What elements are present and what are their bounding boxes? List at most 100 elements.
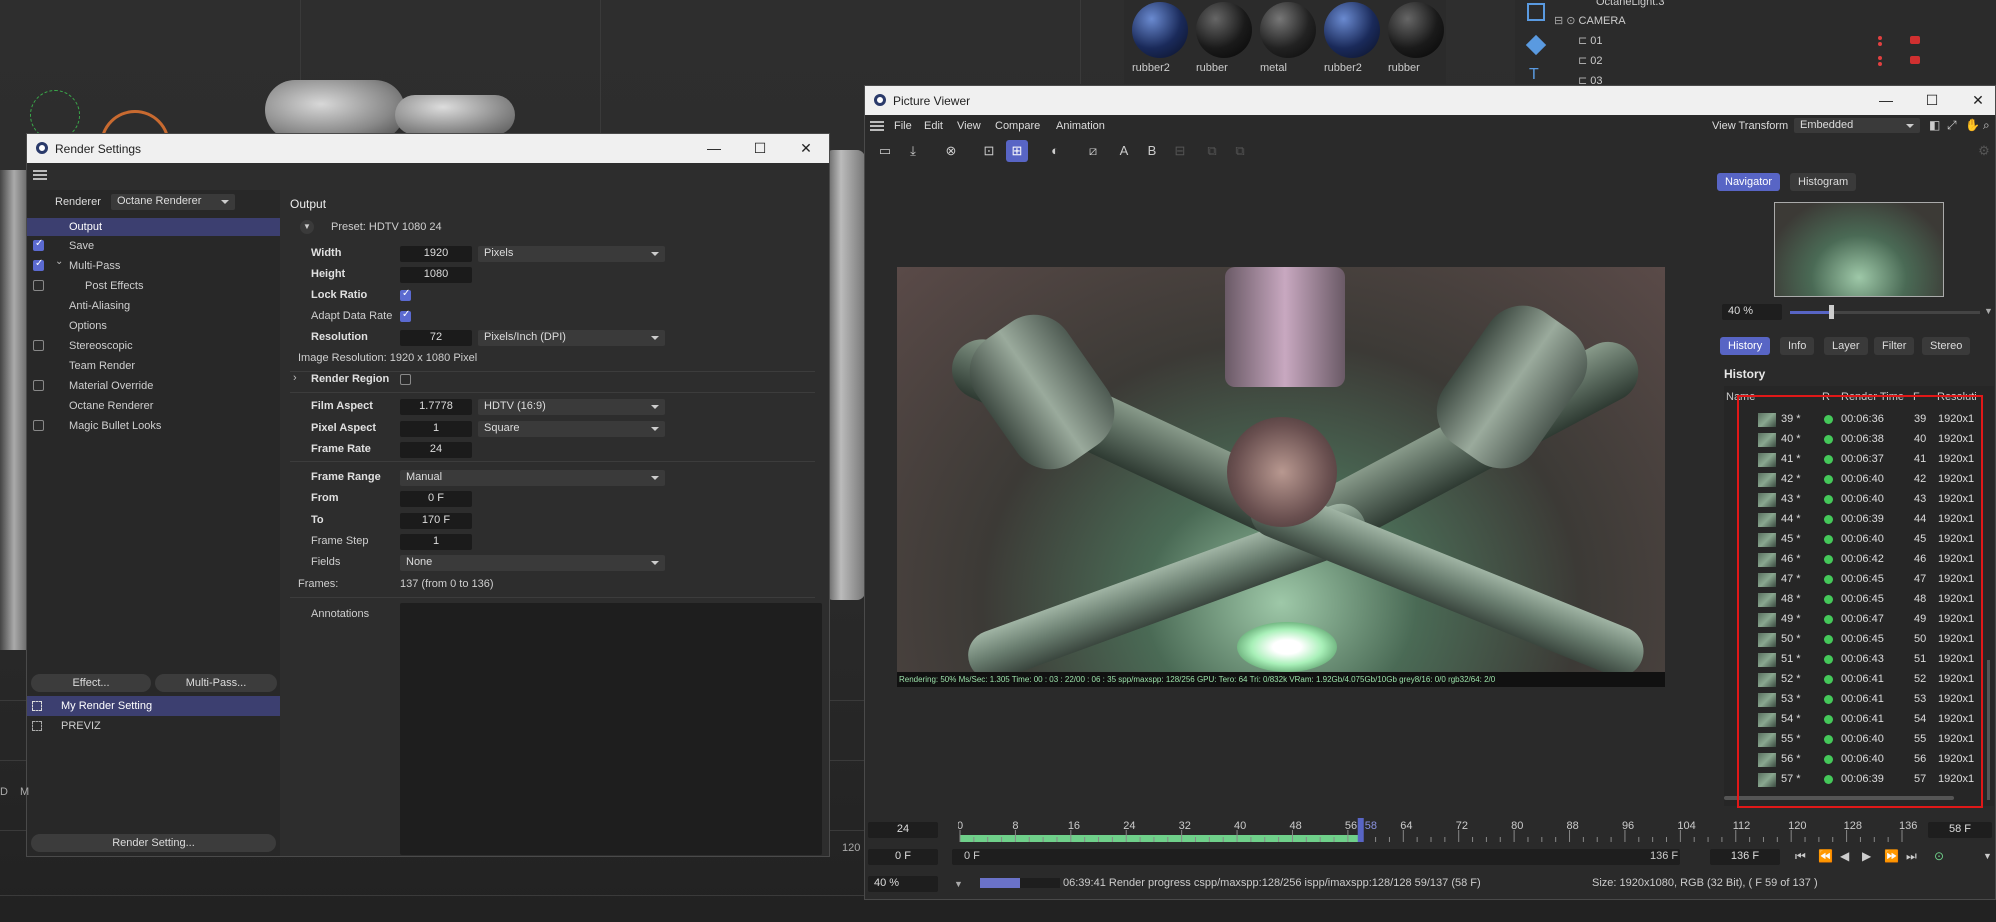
rendered-image[interactable]: Rendering: 50% Ms/Sec: 1.305 Time: 00 : … bbox=[897, 267, 1665, 687]
contrast-icon[interactable]: ◐ bbox=[1044, 140, 1066, 162]
fields-dropdown[interactable]: None bbox=[400, 555, 665, 571]
pop-out-icon[interactable]: ⤢ bbox=[1947, 118, 1957, 133]
tab-info[interactable]: Info bbox=[1780, 337, 1815, 355]
expand-icon[interactable]: ⊟ ⊙ bbox=[1554, 15, 1579, 27]
chevron-down-icon[interactable]: ▼ bbox=[1984, 306, 1993, 316]
material-override-checkbox[interactable] bbox=[33, 380, 44, 391]
zoom-slider-thumb[interactable] bbox=[1829, 305, 1834, 319]
frame-step-field[interactable]: 1 bbox=[400, 534, 472, 550]
material-swatch[interactable]: rubber bbox=[1192, 0, 1254, 78]
height-field[interactable]: 1080 bbox=[400, 267, 472, 283]
open-file-icon[interactable]: ▭ bbox=[874, 140, 896, 162]
render-tag-icon[interactable] bbox=[1910, 56, 1920, 64]
material-swatch[interactable]: rubber2 bbox=[1128, 0, 1190, 78]
a-icon[interactable]: A bbox=[1113, 140, 1135, 162]
prev-frame-icon[interactable]: ⏪ bbox=[1818, 849, 1833, 863]
go-to-start-icon[interactable]: ⏮ bbox=[1795, 849, 1806, 864]
render-region-checkbox[interactable] bbox=[400, 374, 411, 385]
material-swatch[interactable]: metal bbox=[1256, 0, 1318, 78]
object-row[interactable]: ⊟ ⊙ CAMERA bbox=[1554, 14, 1996, 32]
hand-tool-icon[interactable]: ✋ bbox=[1965, 118, 1980, 132]
material-swatch[interactable]: rubber2 bbox=[1320, 0, 1382, 78]
stereoscopic-checkbox[interactable] bbox=[33, 340, 44, 351]
pixel-aspect-dropdown[interactable]: Square bbox=[478, 421, 665, 437]
timeline-playhead[interactable] bbox=[1357, 818, 1364, 842]
b-icon[interactable]: B bbox=[1141, 140, 1163, 162]
zoom-tool-icon[interactable]: ⌕ bbox=[1983, 118, 1990, 133]
render-region-icon[interactable]: ⊡ bbox=[978, 140, 1000, 162]
tab-stereo[interactable]: Stereo bbox=[1922, 337, 1971, 355]
settings-list-item[interactable]: My Render Setting bbox=[61, 697, 152, 715]
nav-item-magic-bullet-looks[interactable]: Magic Bullet Looks bbox=[69, 417, 161, 435]
object-row[interactable]: ⊏ 02 bbox=[1578, 54, 1996, 72]
object-row[interactable]: ⊏ 01 bbox=[1578, 34, 1996, 52]
minimize-button[interactable]: — bbox=[1863, 86, 1909, 115]
render-setting-button[interactable]: Render Setting... bbox=[31, 834, 276, 852]
status-zoom-field[interactable]: 40 % bbox=[868, 876, 938, 892]
film-aspect-field[interactable]: 1.7778 bbox=[400, 399, 472, 415]
text-tool-icon[interactable]: T bbox=[1529, 66, 1539, 84]
nav-item-save[interactable]: Save bbox=[69, 237, 94, 255]
lock-ratio-checkbox[interactable] bbox=[400, 288, 411, 301]
material-swatch[interactable]: rubber bbox=[1384, 0, 1446, 78]
nav-item-post-effects[interactable]: Post Effects bbox=[85, 277, 144, 295]
save-checkbox[interactable] bbox=[33, 238, 44, 251]
render-settings-titlebar[interactable]: Render Settings — ☐ ✕ bbox=[27, 134, 829, 163]
minimize-button[interactable]: — bbox=[691, 134, 737, 163]
magic-bullet-checkbox[interactable] bbox=[33, 420, 44, 431]
range-slider[interactable] bbox=[952, 849, 1680, 865]
frame-rate-field[interactable]: 24 bbox=[400, 442, 472, 458]
end-frame-field[interactable]: 136 F bbox=[1710, 849, 1780, 865]
close-button[interactable]: ✕ bbox=[783, 134, 829, 163]
tab-layer[interactable]: Layer bbox=[1824, 337, 1868, 355]
nav-item-stereoscopic[interactable]: Stereoscopic bbox=[69, 337, 133, 355]
nav-item-team-render[interactable]: Team Render bbox=[69, 357, 135, 375]
loop-icon[interactable]: ⊙ bbox=[1934, 849, 1944, 863]
visibility-dots-icon[interactable] bbox=[1878, 56, 1882, 66]
visibility-dots-icon[interactable] bbox=[1878, 36, 1882, 46]
timeline-ruler[interactable]: 0 8 16 24 32 40 48 56 58 64 72 80 88 96 104 112 120 128 13… bbox=[958, 818, 1918, 842]
cube-tool-icon[interactable] bbox=[1525, 34, 1547, 56]
menu-edit[interactable]: Edit bbox=[924, 120, 943, 132]
renderer-dropdown[interactable]: Octane Renderer bbox=[111, 194, 235, 210]
menu-view[interactable]: View bbox=[957, 120, 981, 132]
frame-range-dropdown[interactable]: Manual bbox=[400, 470, 665, 486]
tab-navigator[interactable]: Navigator bbox=[1717, 173, 1781, 191]
to-field[interactable]: 170 F bbox=[400, 513, 472, 529]
fps-field[interactable]: 24 bbox=[868, 822, 938, 838]
history-scrollbar-v[interactable] bbox=[1987, 660, 1990, 800]
chevron-down-icon[interactable]: ▼ bbox=[1983, 851, 1992, 861]
preset-toggle-icon[interactable]: ▼ bbox=[300, 220, 314, 234]
nav-item-options[interactable]: Options bbox=[69, 317, 107, 335]
resolution-field[interactable]: 72 bbox=[400, 330, 472, 346]
resolution-unit-dropdown[interactable]: Pixels/Inch (DPI) bbox=[478, 330, 665, 346]
next-frame-icon[interactable]: ⏩ bbox=[1884, 849, 1899, 863]
menu-compare[interactable]: Compare bbox=[995, 120, 1040, 132]
navigator-thumbnail[interactable] bbox=[1774, 202, 1944, 297]
maximize-button[interactable]: ☐ bbox=[1909, 86, 1955, 115]
nav-item-material-override[interactable]: Material Override bbox=[69, 377, 153, 395]
from-field[interactable]: 0 F bbox=[400, 491, 472, 507]
multi-pass-button[interactable]: Multi-Pass... bbox=[155, 674, 277, 692]
navigator-zoom-field[interactable]: 40 % bbox=[1722, 304, 1782, 320]
chevron-right-icon[interactable]: › bbox=[293, 372, 297, 384]
chevron-down-icon[interactable]: ▼ bbox=[954, 879, 963, 889]
hamburger-menu-icon[interactable] bbox=[33, 170, 47, 180]
settings-icon[interactable]: ⚙ bbox=[1973, 140, 1995, 162]
nav-item-octane-renderer[interactable]: Octane Renderer bbox=[69, 397, 153, 415]
effect-button[interactable]: Effect... bbox=[31, 674, 151, 692]
render-active-icon[interactable]: ⊞ bbox=[1006, 140, 1028, 162]
go-to-end-icon[interactable]: ⏭ bbox=[1906, 849, 1917, 864]
stop-render-icon[interactable]: ⊗ bbox=[940, 140, 962, 162]
hamburger-menu-icon[interactable] bbox=[870, 121, 884, 131]
annotations-textarea[interactable] bbox=[400, 603, 822, 855]
current-frame-field[interactable]: 58 F bbox=[1928, 822, 1992, 838]
tab-histogram[interactable]: Histogram bbox=[1790, 173, 1857, 191]
object-row[interactable]: OctaneLight.3 bbox=[1596, 0, 1996, 14]
settings-list-item[interactable]: PREVIZ bbox=[61, 717, 101, 735]
menu-animation[interactable]: Animation bbox=[1056, 120, 1105, 132]
pixel-aspect-field[interactable]: 1 bbox=[400, 421, 472, 437]
tab-history[interactable]: History bbox=[1720, 337, 1771, 355]
post-effects-checkbox[interactable] bbox=[33, 280, 44, 291]
nav-item-output[interactable]: Output bbox=[69, 218, 102, 236]
